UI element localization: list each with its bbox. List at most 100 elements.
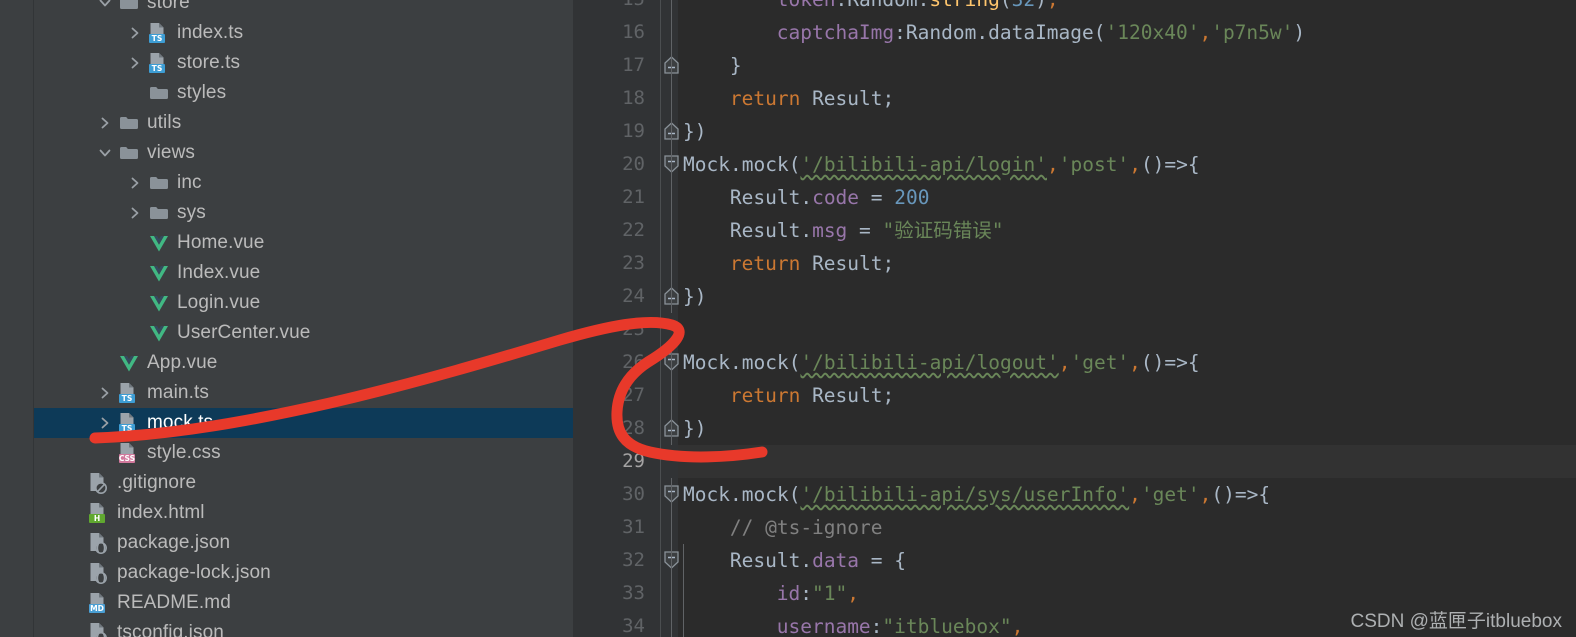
code-token: '/bilibili-api/login' [800,153,1047,176]
code-token: . [729,351,742,374]
code-line-30: 30 Mock.mock('/bilibili-api/sys/userInfo'… [573,478,1576,511]
line-number: 27 [622,384,645,406]
tree-row-label: Login.vue [177,292,261,313]
code-line-26: 26 Mock.mock('/bilibili-api/logout','get'… [573,346,1576,379]
line-number: 34 [622,615,645,637]
file-tree[interactable]: store TS index.ts TS store.ts styles utils view… [34,0,573,637]
code-token: : [800,582,812,605]
code-token: ()=>{ [1211,483,1271,506]
code-line-21: 21 Result.code = 200 [573,181,1576,214]
chevron-right-icon[interactable] [94,387,116,399]
svg-text:MD: MD [90,604,104,613]
code-token: , [1129,153,1141,176]
tree-row-label: UserCenter.vue [177,322,311,343]
tree-row-package-json[interactable]: package.json [34,528,573,558]
code-line-16: 16 captchaImg:Random.dataImage('120x40','… [573,16,1576,49]
fold-rail [671,148,672,313]
csdn-watermark: CSDN @蓝匣子itbluebox [1350,611,1562,632]
chevron-right-icon[interactable] [124,57,146,69]
code-token: , [1199,483,1212,506]
code-line-22: 22 Result.msg = "验证码错误" [573,214,1576,247]
tree-row-tsconfig-json[interactable]: tsconfig.json [34,618,573,637]
code-token: 32 [1012,0,1035,11]
code-token: } [729,54,742,77]
code-editor[interactable]: 15token:Random.string(32),16captchaImg:R… [573,0,1576,637]
tree-row-label: store [147,0,190,13]
code-token: : [870,615,883,637]
vue-file-icon [146,232,172,254]
code-line-32: 32 Result.data = { [573,544,1576,577]
folder-icon [116,112,142,134]
tree-row-index-html[interactable]: Hindex.html [34,498,573,528]
tree-row-readme-md[interactable]: MD README.md [34,588,573,618]
folder-icon [116,0,142,14]
code-token: ()=>{ [1140,153,1200,176]
fold-rail [671,346,672,445]
tree-row-utils[interactable]: utils [34,108,573,138]
tree-row-login-vue[interactable]: Login.vue [34,288,573,318]
tree-row-index-vue[interactable]: Index.vue [34,258,573,288]
line-number: 18 [622,87,645,109]
code-token: Random [905,21,977,44]
code-token: , [1046,153,1059,176]
code-token: , [1129,351,1141,374]
line-number: 25 [622,318,645,340]
code-token: Result [729,186,801,209]
code-text: id:"1", [777,577,859,610]
chevron-down-icon[interactable] [94,147,116,159]
chevron-right-icon[interactable] [94,417,116,429]
tree-row-mock-ts[interactable]: TS mock.ts [34,408,573,438]
code-token: . [976,21,989,44]
chevron-right-icon[interactable] [124,27,146,39]
tree-row-package-lock-json[interactable]: package-lock.json [34,558,573,588]
tree-row-sys[interactable]: sys [34,198,573,228]
tree-row-main-ts[interactable]: TS main.ts [34,378,573,408]
code-token: ( [1093,21,1106,44]
tree-row-label: package-lock.json [117,562,271,583]
code-token: . [729,483,742,506]
code-token: Mock [683,483,730,506]
tree-row-style-css[interactable]: CSS style.css [34,438,573,468]
folder-icon [116,142,142,164]
code-token: ( [788,153,801,176]
code-token: . [729,153,742,176]
code-token: username [776,615,871,637]
code-token: Result [729,219,801,242]
chevron-right-icon[interactable] [124,207,146,219]
tree-row-app-vue[interactable]: App.vue [34,348,573,378]
code-token: , [847,582,859,605]
chevron-right-icon[interactable] [94,117,116,129]
tree-row-store[interactable]: store [34,0,573,18]
tree-row-index-ts[interactable]: TS index.ts [34,18,573,48]
line-number: 29 [622,450,645,472]
line-number: 23 [622,252,645,274]
code-token: ()=>{ [1140,351,1200,374]
code-text: username:"itbluebox", [777,610,1024,637]
code-text: Mock.mock('/bilibili-api/logout','get',(… [683,346,1200,379]
code-line-19: 19}) [573,115,1576,148]
code-token: mock [741,351,789,374]
code-text: } [730,49,742,82]
chevron-right-icon[interactable] [124,177,146,189]
vue-file-icon [146,292,172,314]
chevron-down-icon[interactable] [94,0,116,9]
code-text: Mock.mock('/bilibili-api/login','post',(… [683,148,1200,181]
code-text: Mock.mock('/bilibili-api/sys/userInfo','… [683,478,1270,511]
tree-row-usercenter-vue[interactable]: UserCenter.vue [34,318,573,348]
code-token: ( [1000,0,1012,11]
svg-text:TS: TS [152,64,163,73]
tree-row-views[interactable]: views [34,138,573,168]
tree-row-home-vue[interactable]: Home.vue [34,228,573,258]
tree-row--gitignore[interactable]: .gitignore [34,468,573,498]
code-line-27: 27 return Result; [573,379,1576,412]
tree-row-inc[interactable]: inc [34,168,573,198]
code-text: // @ts-ignore [730,511,883,544]
line-number: 19 [622,120,645,142]
tree-row-store-ts[interactable]: TS store.ts [34,48,573,78]
code-token: captchaImg [776,21,895,44]
ts-file-icon: TS [116,412,142,434]
code-text: return Result; [730,379,894,412]
tree-row-styles[interactable]: styles [34,78,573,108]
fold-rail [671,0,672,148]
md-file-icon: MD [86,592,112,614]
